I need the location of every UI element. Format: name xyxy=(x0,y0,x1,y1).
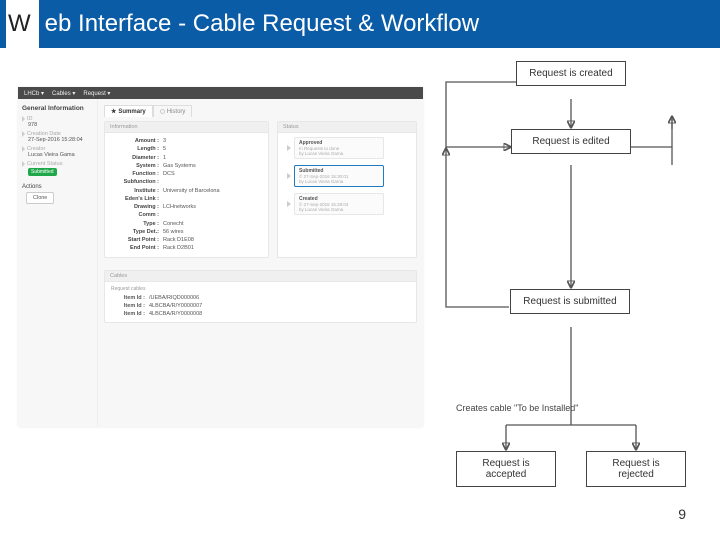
info-row: Comm : xyxy=(111,211,262,219)
info-val: LCHnetworks xyxy=(163,203,196,211)
clock-icon xyxy=(160,109,165,114)
chevron-right-icon xyxy=(287,201,291,207)
info-key: Start Point : xyxy=(111,236,163,244)
workflow-diagram: Request is created Request is edited Req… xyxy=(406,57,706,527)
info-key: Drawing : xyxy=(111,203,163,211)
flow-node-rejected: Request is rejected xyxy=(586,451,686,487)
chevron-right-icon xyxy=(22,146,25,152)
info-row: End Point :Rack D2B01 xyxy=(111,244,262,252)
cables-list: Request cables Item Id :/UEBA/RIQD000006… xyxy=(105,282,416,323)
crumb-page[interactable]: Request ▾ xyxy=(83,90,110,97)
info-key: System : xyxy=(111,162,163,170)
app-body: General Information ID 978 Creation Date… xyxy=(18,99,423,427)
flow-node-created: Request is created xyxy=(516,61,626,86)
info-key: Subfunction : xyxy=(111,178,163,186)
info-val: Gas Systems xyxy=(163,162,196,170)
sidebar-created-value: 27-Sep-2016 15:28:04 xyxy=(28,137,93,143)
info-row: Drawing :LCHnetworks xyxy=(111,203,262,211)
info-row: Amount :3 xyxy=(111,137,262,145)
main-panel: ★ Summary History Information Amount :3L… xyxy=(98,99,423,427)
info-key: Type Det.: xyxy=(111,228,163,236)
slide-content: LHCb ▾ Cables ▾ Request ▾ General Inform… xyxy=(18,55,702,528)
info-row: Length :5 xyxy=(111,145,262,153)
sidebar-id-value: 978 xyxy=(28,122,93,128)
cable-row: Item Id :4LBCBA/R/Y0000007 xyxy=(111,302,410,310)
flow-node-edited: Request is edited xyxy=(511,129,631,154)
summary-two-col: Information Amount :3Length :5Diameter :… xyxy=(104,121,417,264)
info-key: Comm : xyxy=(111,211,163,219)
status-box: Submitted© 27-Sep-2016 15:30:01by Lucas … xyxy=(294,165,384,187)
title-word-left: W xyxy=(6,0,39,48)
info-row: Diameter :1 xyxy=(111,154,262,162)
info-panel-heading: Information xyxy=(105,122,268,133)
info-row: Institute :University of Barcelona xyxy=(111,187,262,195)
sidebar-heading: General Information xyxy=(22,105,93,112)
info-key: End Point : xyxy=(111,244,163,252)
status-panel-heading: Status xyxy=(278,122,416,133)
flow-caption: Creates cable "To be Installed" xyxy=(456,403,578,413)
crumb-root[interactable]: LHCb ▾ xyxy=(24,90,44,97)
app-topbar: LHCb ▾ Cables ▾ Request ▾ xyxy=(18,87,423,99)
actions-heading: Actions xyxy=(22,184,93,190)
clone-button[interactable]: Clone xyxy=(26,192,54,204)
info-val: DCS xyxy=(163,170,175,178)
cables-panel: Cables Request cables Item Id :/UEBA/RIQ… xyxy=(104,270,417,324)
info-row: Start Point :Rack D1E08 xyxy=(111,236,262,244)
tabs: ★ Summary History xyxy=(104,105,417,117)
app-window: LHCb ▾ Cables ▾ Request ▾ General Inform… xyxy=(18,87,423,427)
info-val: 5 xyxy=(163,145,166,153)
info-row: Subfunction : xyxy=(111,178,262,186)
info-key: Type : xyxy=(111,220,163,228)
chevron-right-icon xyxy=(22,131,25,137)
info-row: Type Det.:56 wires xyxy=(111,228,262,236)
info-val: 3 xyxy=(163,137,166,145)
status-box: Created© 27-Sep-2016 15:28:04by Lucas Vi… xyxy=(294,193,384,215)
cables-subheading: Request cables xyxy=(111,286,410,292)
sidebar-creator-value: Lucas Vieira Gama xyxy=(28,152,93,158)
info-rows: Amount :3Length :5Diameter :1System :Gas… xyxy=(105,133,268,257)
sidebar-status-label: Current Status xyxy=(22,161,93,167)
info-row: Type :Conecht xyxy=(111,220,262,228)
info-row: System :Gas Systems xyxy=(111,162,262,170)
info-val: University of Barcelona xyxy=(163,187,220,195)
chevron-right-icon xyxy=(22,161,25,167)
page-number: 9 xyxy=(678,506,686,522)
sidebar: General Information ID 978 Creation Date… xyxy=(18,99,98,427)
tab-summary[interactable]: ★ Summary xyxy=(104,105,153,117)
slide-title-bar: W eb Interface - Cable Request & Workflo… xyxy=(0,0,720,48)
status-badge: Submitted xyxy=(28,168,57,176)
info-row: Function :DCS xyxy=(111,170,262,178)
info-key: Function : xyxy=(111,170,163,178)
cables-panel-heading: Cables xyxy=(105,271,416,282)
info-val: Rack D1E08 xyxy=(163,236,194,244)
status-box: ApprovedIn Requests to doneby Lucas Viei… xyxy=(294,137,384,159)
cable-row: Item Id :4LBCBA/R/Y0000008 xyxy=(111,310,410,318)
flow-node-accepted: Request is accepted xyxy=(456,451,556,487)
info-val: Conecht xyxy=(163,220,184,228)
chevron-right-icon xyxy=(287,173,291,179)
info-key: Length : xyxy=(111,145,163,153)
status-panel: Status ApprovedIn Requests to doneby Luc… xyxy=(277,121,417,258)
status-item: Created© 27-Sep-2016 15:28:04by Lucas Vi… xyxy=(284,193,410,215)
info-val: 1 xyxy=(163,154,166,162)
status-items: ApprovedIn Requests to doneby Lucas Viei… xyxy=(278,133,416,225)
status-item: Submitted© 27-Sep-2016 15:30:01by Lucas … xyxy=(284,165,410,187)
info-panel: Information Amount :3Length :5Diameter :… xyxy=(104,121,269,258)
chevron-right-icon xyxy=(287,145,291,151)
flow-node-submitted: Request is submitted xyxy=(510,289,630,314)
info-key: Diameter : xyxy=(111,154,163,162)
status-item: ApprovedIn Requests to doneby Lucas Viei… xyxy=(284,137,410,159)
info-key: Institute : xyxy=(111,187,163,195)
tab-history[interactable]: History xyxy=(153,105,193,117)
info-val: 56 wires xyxy=(163,228,183,236)
info-val: Rack D2B01 xyxy=(163,244,194,252)
info-key: Eden's Link : xyxy=(111,195,163,203)
crumb-section[interactable]: Cables ▾ xyxy=(52,90,75,97)
chevron-right-icon xyxy=(22,116,25,122)
info-row: Eden's Link : xyxy=(111,195,262,203)
cable-row: Item Id :/UEBA/RIQD000006 xyxy=(111,294,410,302)
title-rest: eb Interface - Cable Request & Workflow xyxy=(45,10,479,38)
info-key: Amount : xyxy=(111,137,163,145)
